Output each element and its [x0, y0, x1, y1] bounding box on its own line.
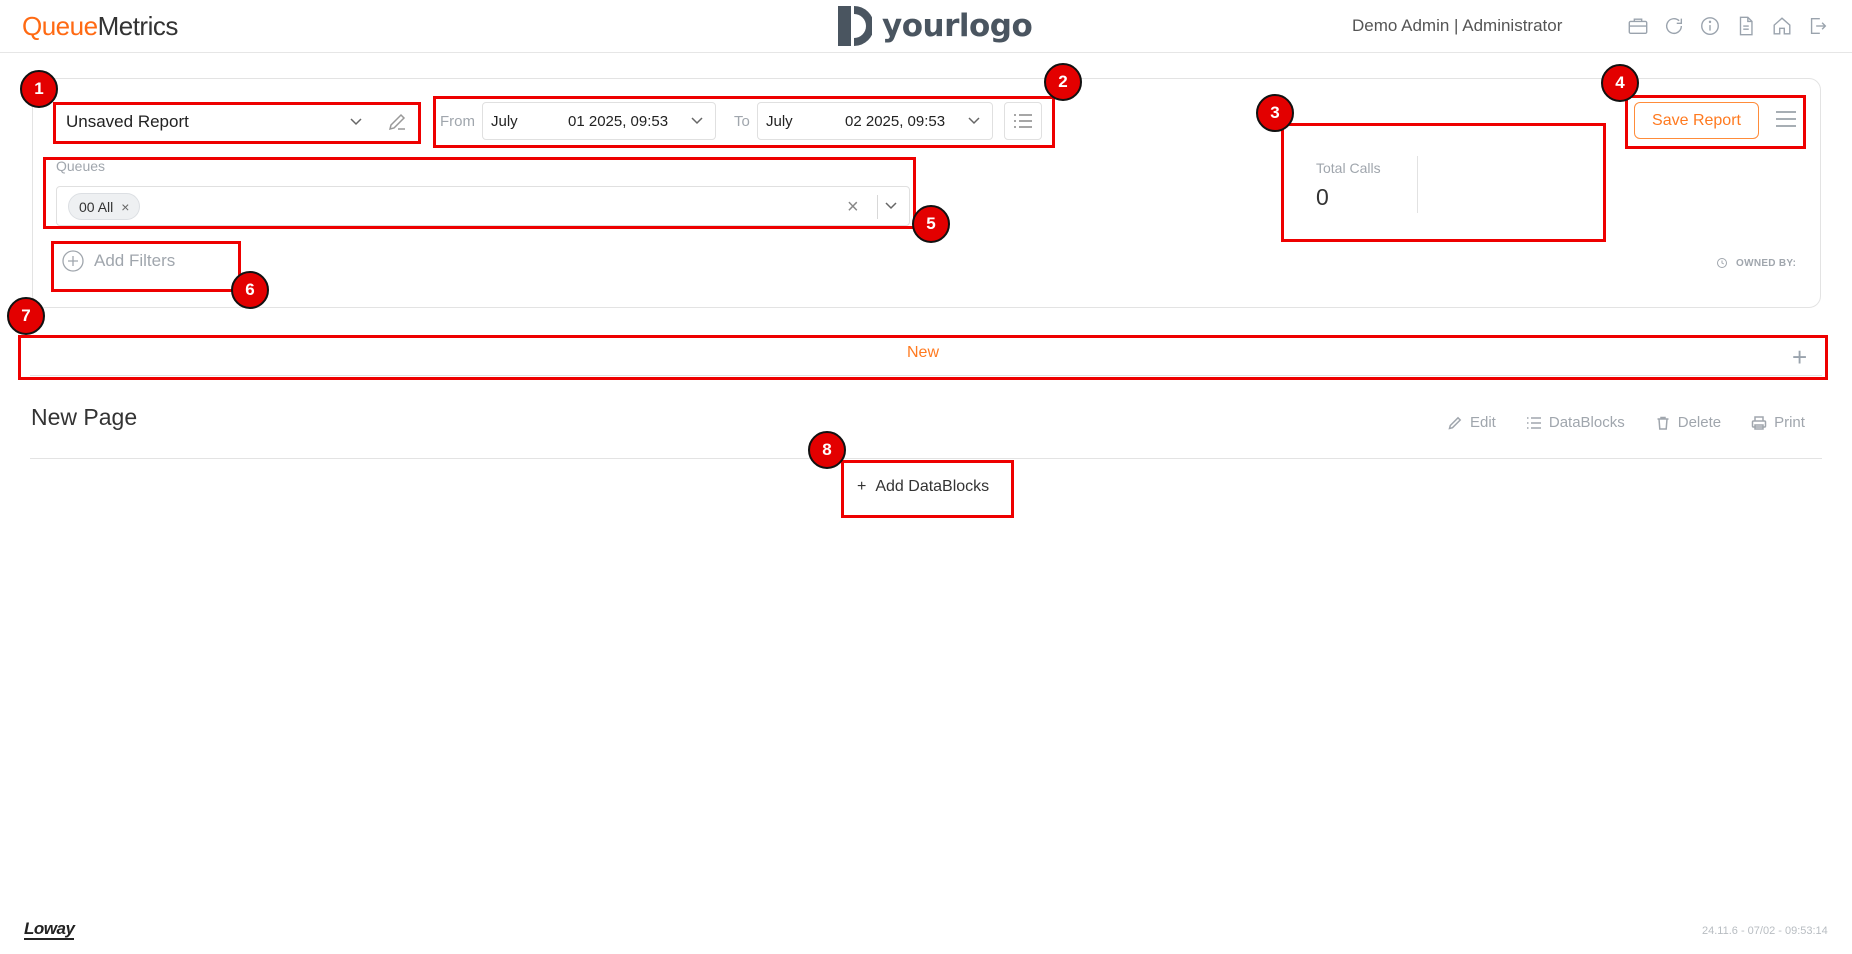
annotation-badge-8: 8	[808, 431, 846, 469]
add-tab-icon[interactable]: +	[1792, 342, 1807, 373]
to-date-picker[interactable]: July 02 2025, 09:53	[757, 102, 993, 140]
print-page-button[interactable]: Print	[1751, 414, 1805, 431]
chevron-down-icon[interactable]	[883, 197, 899, 218]
trash-icon	[1657, 416, 1669, 430]
top-bar: QueueMetrics yourlogo Demo Admin | Admin…	[0, 0, 1852, 53]
plus-circle-icon	[62, 250, 84, 272]
history-icon	[1717, 258, 1727, 268]
edit-label: Edit	[1470, 414, 1496, 431]
user-info[interactable]: Demo Admin | Administrator	[1352, 16, 1562, 36]
total-calls-label: Total Calls	[1316, 160, 1381, 176]
plus-icon: +	[857, 478, 867, 495]
top-icons	[1626, 14, 1830, 38]
info-icon[interactable]	[1698, 14, 1722, 38]
remove-chip-icon[interactable]: ×	[121, 199, 129, 215]
queue-chip[interactable]: 00 All ×	[68, 193, 141, 220]
report-selector[interactable]: Unsaved Report	[56, 103, 418, 141]
list-icon	[1014, 114, 1032, 128]
print-label: Print	[1774, 414, 1805, 431]
page-divider	[30, 458, 1822, 459]
list-icon	[1526, 416, 1541, 429]
from-date-picker[interactable]: July 01 2025, 09:53	[482, 102, 716, 140]
tab-new[interactable]: New	[907, 344, 939, 362]
delete-page-button[interactable]: Delete	[1655, 414, 1721, 431]
to-label: To	[734, 113, 750, 130]
add-datablocks-button[interactable]: + Add DataBlocks	[857, 478, 989, 496]
delete-label: Delete	[1677, 414, 1722, 431]
edit-report-name-icon[interactable]	[386, 111, 408, 138]
custom-logo: yourlogo	[838, 6, 1033, 46]
edit-page-button[interactable]: Edit	[1447, 414, 1496, 431]
document-icon[interactable]	[1734, 14, 1758, 38]
owned-by: OWNED BY:	[1716, 257, 1796, 269]
queuemetrics-logo[interactable]: QueueMetrics	[22, 11, 178, 42]
datablocks-button[interactable]: DataBlocks	[1526, 414, 1625, 431]
from-date-time: 01 2025, 09:53	[568, 113, 669, 130]
printer-icon	[1751, 415, 1767, 430]
logo-mark-icon	[838, 6, 874, 46]
refresh-icon[interactable]	[1662, 14, 1686, 38]
save-report-button[interactable]: Save Report	[1634, 102, 1759, 139]
stats-divider	[1417, 156, 1418, 213]
chevron-down-icon	[689, 112, 705, 133]
to-month: July	[766, 113, 793, 130]
pencil-icon	[1448, 416, 1462, 430]
date-range: From July 01 2025, 09:53 To July 02 2025…	[435, 99, 1053, 145]
select-separator	[877, 195, 878, 219]
logout-icon[interactable]	[1806, 14, 1830, 38]
clear-queues-icon[interactable]: ×	[847, 196, 859, 219]
queue-chip-label: 00 All	[79, 198, 114, 215]
add-filters-label: Add Filters	[94, 251, 176, 270]
datablocks-label: DataBlocks	[1548, 414, 1625, 431]
add-filters-button[interactable]: Add Filters	[62, 250, 175, 272]
total-calls-value: 0	[1316, 184, 1329, 210]
page-title: New Page	[31, 404, 138, 430]
add-datablocks-label: Add DataBlocks	[875, 478, 990, 495]
version-info: 24.11.6 - 07/02 - 09:53:14	[1702, 925, 1828, 937]
chevron-down-icon[interactable]	[348, 113, 364, 134]
to-date-time: 02 2025, 09:53	[845, 113, 946, 130]
from-label: From	[440, 113, 475, 130]
owned-by-label: OWNED BY:	[1736, 257, 1797, 269]
page-tabs: New +	[30, 336, 1822, 376]
chevron-down-icon	[966, 112, 982, 133]
queues-select[interactable]: 00 All × ×	[56, 186, 910, 226]
home-icon[interactable]	[1770, 14, 1794, 38]
hamburger-menu-icon[interactable]	[1775, 110, 1797, 133]
queues-label: Queues	[56, 158, 106, 174]
loway-logo[interactable]: Loway	[24, 920, 75, 940]
from-month: July	[491, 113, 518, 130]
page-actions: Edit DataBlocks Delete Print	[1447, 414, 1805, 431]
briefcase-icon[interactable]	[1626, 14, 1650, 38]
date-presets-button[interactable]	[1004, 102, 1042, 140]
logo-text: yourlogo	[882, 8, 1033, 44]
stats-summary: Total Calls 0	[1316, 160, 1381, 211]
report-name: Unsaved Report	[66, 112, 189, 131]
